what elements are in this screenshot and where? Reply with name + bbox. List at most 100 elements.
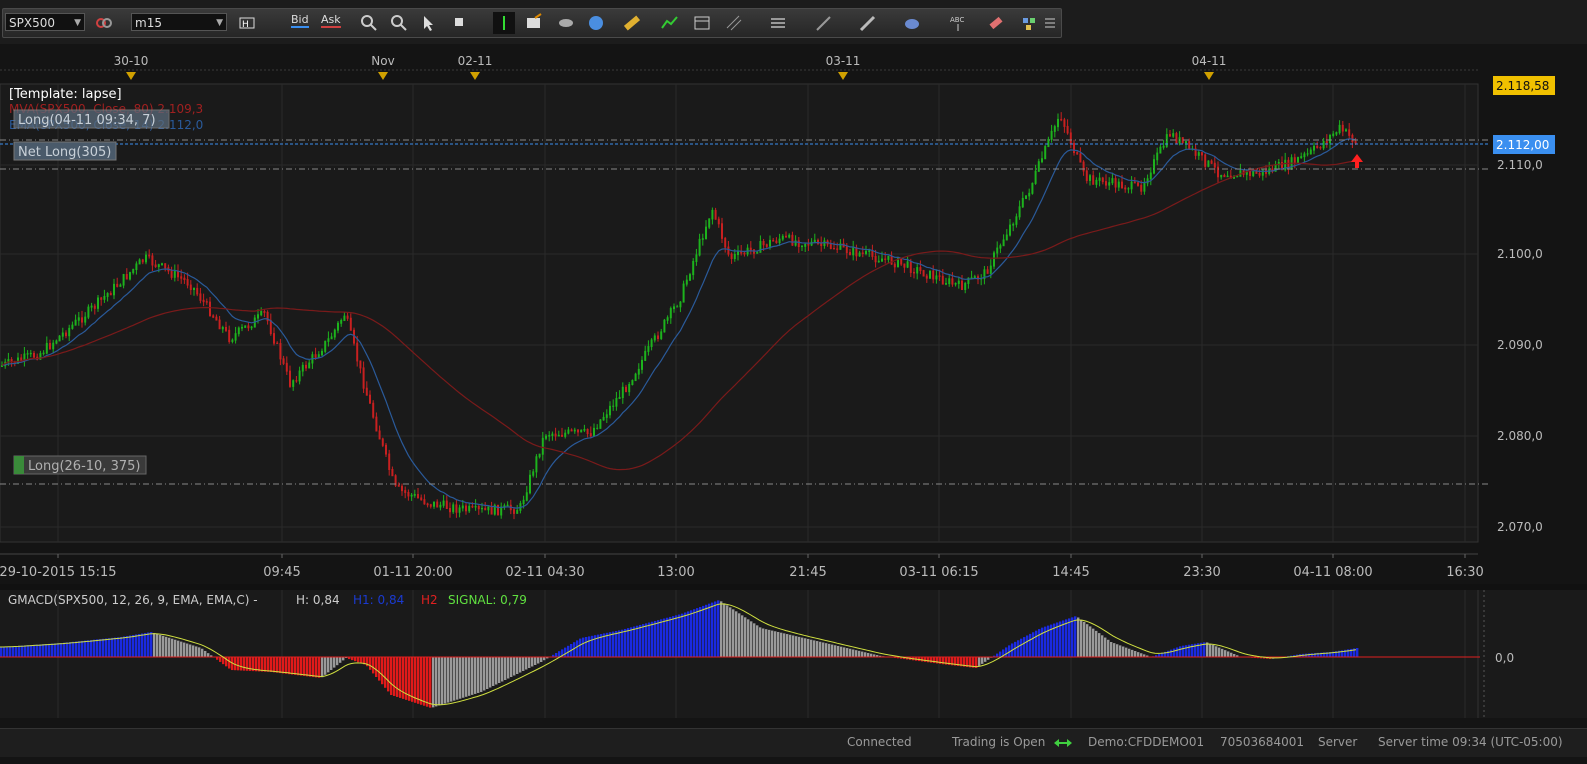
macd-bar xyxy=(30,645,33,657)
zoom-out-icon[interactable] xyxy=(387,12,409,34)
macd-bar xyxy=(606,632,609,657)
long-bottom-tag[interactable]: Long(26-10, 375) xyxy=(13,455,147,475)
macd-bar xyxy=(99,639,102,657)
macd-bar xyxy=(36,644,39,657)
macd-bar xyxy=(537,657,540,664)
macd-bar xyxy=(1095,630,1098,657)
macd-bar xyxy=(795,636,798,657)
eraser-icon[interactable] xyxy=(985,12,1007,34)
chart-icon[interactable] xyxy=(659,12,681,34)
note-icon[interactable] xyxy=(523,12,545,34)
macd-bar xyxy=(717,600,720,657)
macd-bar xyxy=(177,640,180,657)
macd-bar xyxy=(636,625,639,657)
macd-bar xyxy=(144,633,147,657)
grid-icon[interactable] xyxy=(1019,12,1041,34)
time-tick-label: 16:30 xyxy=(1446,565,1483,580)
macd-bar xyxy=(930,657,933,663)
macd-bar xyxy=(465,657,468,697)
macd-bar xyxy=(390,657,393,695)
macd-bar xyxy=(1020,638,1023,657)
macd-bar xyxy=(126,636,129,657)
macd-bar xyxy=(1356,648,1359,657)
macd-bar xyxy=(1182,645,1185,657)
macd-bar xyxy=(486,657,489,689)
zoom-in-icon[interactable] xyxy=(357,12,379,34)
status-bar: Connected Trading is Open Demo:CFDDEMO01… xyxy=(0,728,1587,757)
macd-bar xyxy=(153,632,156,657)
link-icon[interactable] xyxy=(93,12,115,34)
pen-icon[interactable] xyxy=(813,12,835,34)
menu-icon[interactable] xyxy=(1043,12,1057,34)
text-icon[interactable]: ABC xyxy=(947,12,969,34)
macd-bar xyxy=(681,613,684,657)
macd-bar xyxy=(1023,637,1026,657)
macd-bar xyxy=(135,634,138,657)
ruler-icon[interactable] xyxy=(621,12,643,34)
crosshair-icon[interactable] xyxy=(493,12,515,34)
macd-bar xyxy=(1173,648,1176,657)
macd-signal-label: SIGNAL: 0,79 xyxy=(448,593,527,607)
macd-bar xyxy=(810,639,813,657)
globe-icon[interactable] xyxy=(585,12,607,34)
macd-bar xyxy=(747,619,750,657)
net-long-tag[interactable]: Net Long(305) xyxy=(13,141,117,161)
macd-bar xyxy=(186,643,189,657)
toolbar-strip: SPX500 ▼ m15 ▼ H Bid Ask ABC xyxy=(2,8,1062,38)
macd-bar xyxy=(675,615,678,657)
macd-bar xyxy=(579,638,582,657)
symbol-select[interactable]: SPX500 ▼ xyxy=(5,13,85,31)
macd-h-label: H: 0,84 xyxy=(296,593,340,607)
macd-bar xyxy=(729,607,732,657)
macd-bar xyxy=(831,644,834,657)
macd-bar xyxy=(321,657,324,678)
macd-bar xyxy=(999,651,1002,657)
macd-bar xyxy=(621,629,624,657)
lines-icon[interactable] xyxy=(723,12,745,34)
macd-bar xyxy=(264,657,267,672)
macd-bar xyxy=(75,641,78,657)
macd-bar xyxy=(744,617,747,657)
macd-bar xyxy=(297,657,300,676)
macd-bar xyxy=(1122,646,1125,657)
macd-pane[interactable]: GMACD(SPX500, 12, 26, 9, EMA, EMA,C) - H… xyxy=(0,590,1587,718)
timeframe-select[interactable]: m15 ▼ xyxy=(131,13,227,31)
macd-bar xyxy=(867,652,870,657)
hi-icon[interactable]: H xyxy=(237,12,259,34)
long-top-tag[interactable]: Long(04-11 09:34, 7) xyxy=(13,109,170,129)
macd-h2-label: H2 xyxy=(421,593,438,607)
macd-bar xyxy=(27,645,30,657)
pointer-icon[interactable] xyxy=(449,12,471,34)
layers-icon[interactable] xyxy=(767,12,789,34)
macd-bar xyxy=(1110,642,1113,657)
price-chart[interactable]: 30-10 Nov 02-11 03-11 04-11 [Template: lapse… xyxy=(0,48,1587,584)
macd-bar xyxy=(630,627,633,657)
macd-bar xyxy=(555,653,558,657)
macd-bar xyxy=(123,636,126,657)
macd-bar xyxy=(438,657,441,706)
net-long-label: Net Long(305) xyxy=(18,145,111,160)
macd-bar xyxy=(699,607,702,657)
chevron-down-icon: ▼ xyxy=(74,18,81,28)
macd-label: GMACD(SPX500, 12, 26, 9, EMA, EMA,C) - xyxy=(8,593,258,607)
ask-button[interactable]: Ask xyxy=(321,13,341,28)
macd-bar xyxy=(1080,619,1083,657)
time-tick-label: 21:45 xyxy=(789,565,826,580)
window-icon[interactable] xyxy=(691,12,713,34)
macd-bar xyxy=(429,657,432,708)
macd-bar xyxy=(3,646,6,657)
cursor-icon[interactable] xyxy=(417,12,439,34)
connection-status: Connected xyxy=(847,735,912,749)
macd-bar xyxy=(279,657,282,674)
macd-bar xyxy=(618,630,621,657)
macd-bar xyxy=(435,657,438,707)
bid-button[interactable]: Bid xyxy=(291,13,309,28)
brush-icon[interactable] xyxy=(857,12,879,34)
macd-bar xyxy=(237,657,240,671)
macd-bar xyxy=(117,637,120,657)
eye-icon[interactable] xyxy=(555,12,577,34)
macd-bar xyxy=(669,616,672,657)
macd-bar xyxy=(198,647,201,657)
ellipse-icon[interactable] xyxy=(901,12,923,34)
macd-bar xyxy=(651,621,654,657)
